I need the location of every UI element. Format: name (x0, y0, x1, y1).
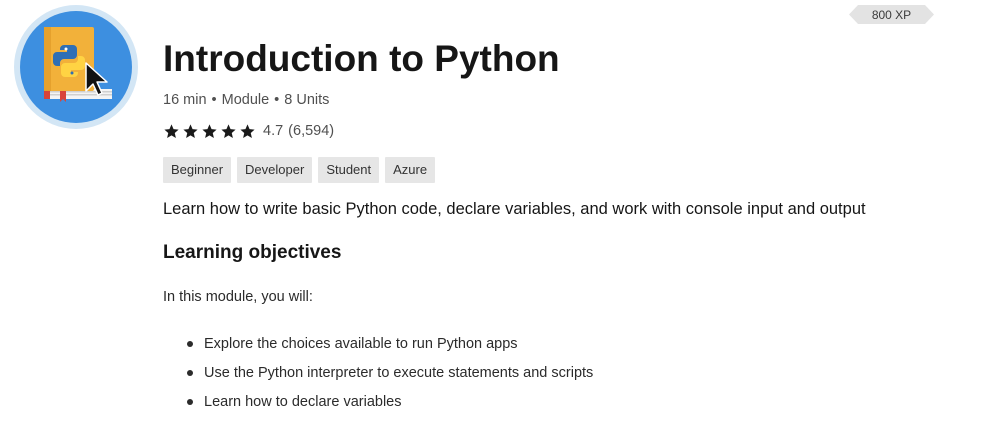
xp-label: 800 XP (871, 7, 912, 22)
star-icon (164, 123, 179, 138)
list-item: Use the Python interpreter to execute st… (163, 363, 593, 392)
tag-beginner[interactable]: Beginner (163, 157, 232, 183)
star-icon (221, 123, 236, 138)
page-title: Introduction to Python (163, 38, 560, 79)
python-book-icon (14, 5, 138, 129)
module-summary: Learn how to write basic Python code, de… (163, 200, 866, 218)
star-icon (202, 123, 217, 138)
module-icon (14, 5, 138, 129)
xp-badge: 800 XP (849, 5, 934, 24)
list-item: Explore the choices available to run Pyt… (163, 334, 593, 363)
duration: 16 min (163, 92, 207, 108)
module-type: Module (221, 92, 270, 108)
tag-azure[interactable]: Azure (385, 157, 436, 183)
module-meta: 16 min • Module • 8 Units (163, 92, 329, 108)
separator-dot: • (211, 92, 217, 108)
tag-student[interactable]: Student (318, 157, 380, 183)
unit-count: 8 Units (284, 92, 330, 108)
star-icon (183, 123, 198, 138)
objectives-intro: In this module, you will: (163, 289, 313, 305)
star-icon (240, 123, 255, 138)
rating-score: 4.7 (263, 123, 284, 139)
list-item: Learn how to declare variables (163, 392, 593, 421)
objectives-list: Explore the choices available to run Pyt… (163, 334, 593, 421)
rating-count: (6,594) (288, 123, 335, 139)
rating[interactable]: 4.7 (6,594) (163, 121, 334, 141)
tag-list: Beginner Developer Student Azure (163, 157, 436, 183)
separator-dot: • (274, 92, 280, 108)
star-rating (163, 123, 256, 140)
tag-developer[interactable]: Developer (237, 157, 313, 183)
objectives-heading: Learning objectives (163, 242, 342, 263)
